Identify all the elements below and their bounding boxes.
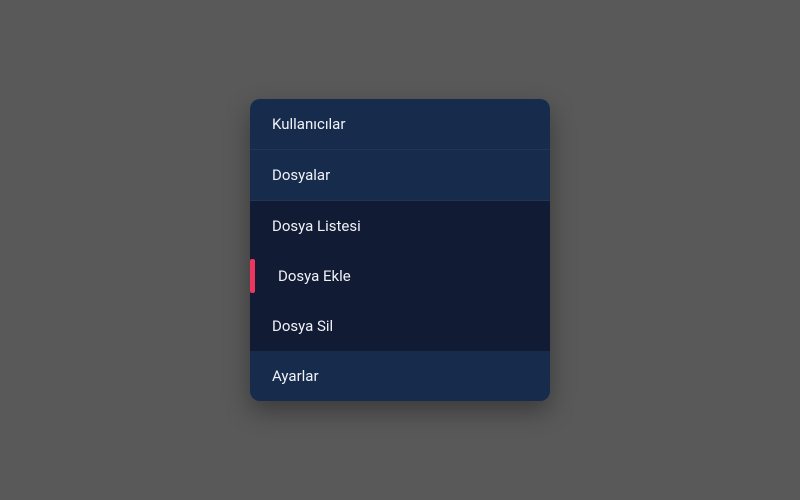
navigation-menu: Kullanıcılar Dosyalar Dosya Listesi Dosy…	[250, 99, 550, 401]
submenu-item-file-list[interactable]: Dosya Listesi	[250, 201, 550, 251]
menu-item-label: Dosya Sil	[272, 317, 333, 335]
menu-item-label: Dosya Listesi	[272, 217, 361, 235]
menu-item-label: Dosyalar	[272, 166, 330, 184]
submenu-item-add-file[interactable]: Dosya Ekle	[250, 251, 550, 301]
menu-item-files[interactable]: Dosyalar	[250, 150, 550, 201]
menu-item-settings[interactable]: Ayarlar	[250, 351, 550, 401]
menu-item-users[interactable]: Kullanıcılar	[250, 99, 550, 150]
menu-item-label: Kullanıcılar	[272, 115, 345, 133]
menu-item-label: Ayarlar	[272, 367, 319, 385]
submenu-files: Dosya Listesi Dosya Ekle Dosya Sil	[250, 201, 550, 351]
submenu-item-delete-file[interactable]: Dosya Sil	[250, 301, 550, 351]
menu-item-label: Dosya Ekle	[278, 267, 351, 285]
